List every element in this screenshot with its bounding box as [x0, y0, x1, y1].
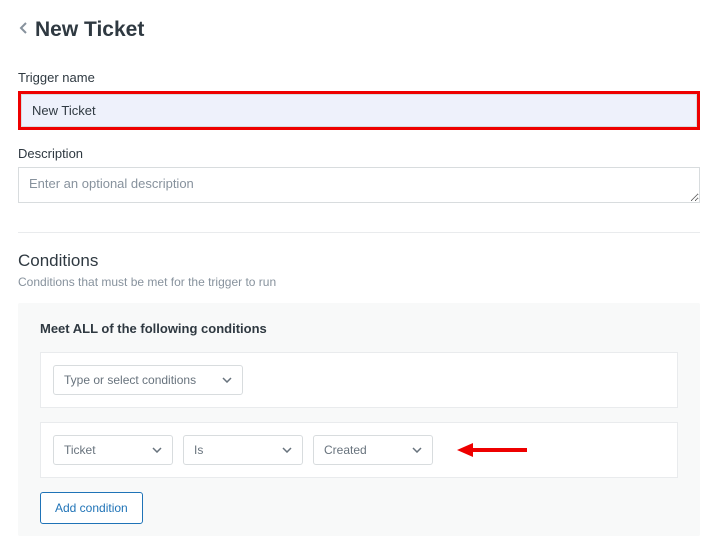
- trigger-name-highlight: [18, 91, 700, 130]
- trigger-name-input[interactable]: [21, 94, 697, 127]
- condition-field-value: Ticket: [64, 443, 96, 457]
- condition-operator-value: Is: [194, 443, 203, 457]
- section-divider: [18, 232, 700, 233]
- back-chevron-icon[interactable]: [18, 20, 29, 41]
- arrow-left-icon: [457, 441, 527, 459]
- chevron-down-icon: [282, 447, 292, 453]
- condition-selector-row: Type or select conditions: [40, 352, 678, 408]
- arrow-annotation: [457, 441, 527, 459]
- trigger-name-label: Trigger name: [18, 70, 700, 85]
- chevron-down-icon: [152, 447, 162, 453]
- condition-value-text: Created: [324, 443, 367, 457]
- description-textarea[interactable]: [18, 167, 700, 203]
- condition-value-dropdown[interactable]: Created: [313, 435, 433, 465]
- condition-type-dropdown[interactable]: Type or select conditions: [53, 365, 243, 395]
- conditions-section-subtitle: Conditions that must be met for the trig…: [18, 275, 700, 289]
- chevron-down-icon: [412, 447, 422, 453]
- conditions-panel: Meet ALL of the following conditions Typ…: [18, 303, 700, 536]
- add-condition-button[interactable]: Add condition: [40, 492, 143, 524]
- condition-row: Ticket Is Created: [40, 422, 678, 478]
- description-label: Description: [18, 146, 700, 161]
- condition-type-placeholder: Type or select conditions: [64, 373, 196, 387]
- chevron-down-icon: [222, 377, 232, 383]
- conditions-all-heading: Meet ALL of the following conditions: [40, 321, 678, 336]
- condition-operator-dropdown[interactable]: Is: [183, 435, 303, 465]
- conditions-section-title: Conditions: [18, 251, 700, 271]
- page-title: New Ticket: [35, 18, 144, 42]
- condition-field-dropdown[interactable]: Ticket: [53, 435, 173, 465]
